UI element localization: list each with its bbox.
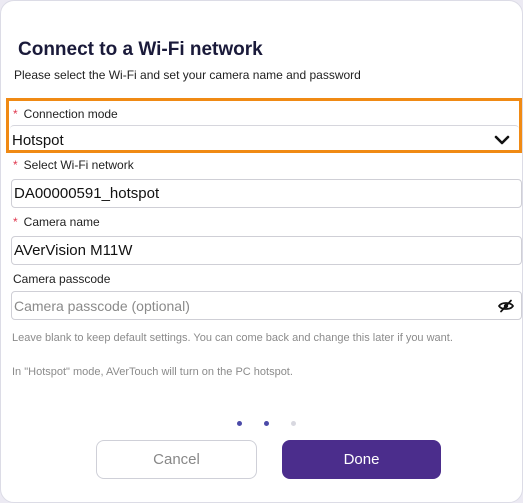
wifi-network-label: * Select Wi-Fi network — [13, 158, 134, 172]
step-dot-1 — [237, 421, 242, 426]
step-dot-3 — [291, 421, 296, 426]
camera-passcode-label: Camera passcode — [13, 272, 111, 286]
camera-passcode-placeholder: Camera passcode (optional) — [14, 297, 190, 314]
cancel-button[interactable]: Cancel — [96, 440, 257, 479]
wifi-network-field[interactable]: DA00000591_hotspot — [11, 179, 522, 208]
required-marker: * — [13, 215, 18, 229]
camera-passcode-input[interactable]: Camera passcode (optional) — [11, 291, 522, 320]
connection-mode-highlight — [6, 98, 522, 153]
dialog-subtitle: Please select the Wi-Fi and set your cam… — [14, 68, 361, 82]
step-dot-2 — [264, 421, 269, 426]
wifi-network-label-text: Select Wi-Fi network — [23, 158, 134, 172]
dialog-title: Connect to a Wi-Fi network — [18, 39, 263, 60]
eye-slash-icon[interactable] — [497, 297, 515, 315]
camera-name-label-text: Camera name — [23, 215, 100, 229]
done-button[interactable]: Done — [282, 440, 441, 479]
camera-name-input[interactable]: AVerVision M11W — [11, 236, 522, 265]
camera-name-label: * Camera name — [13, 215, 100, 229]
required-marker: * — [13, 158, 18, 172]
wifi-setup-dialog: Connect to a Wi-Fi network Please select… — [0, 0, 523, 503]
wifi-network-value: DA00000591_hotspot — [14, 185, 160, 202]
hotspot-mode-note: In "Hotspot" mode, AVerTouch will turn o… — [12, 366, 293, 378]
camera-name-value: AVerVision M11W — [14, 242, 133, 259]
blank-settings-note: Leave blank to keep default settings. Yo… — [12, 332, 453, 344]
